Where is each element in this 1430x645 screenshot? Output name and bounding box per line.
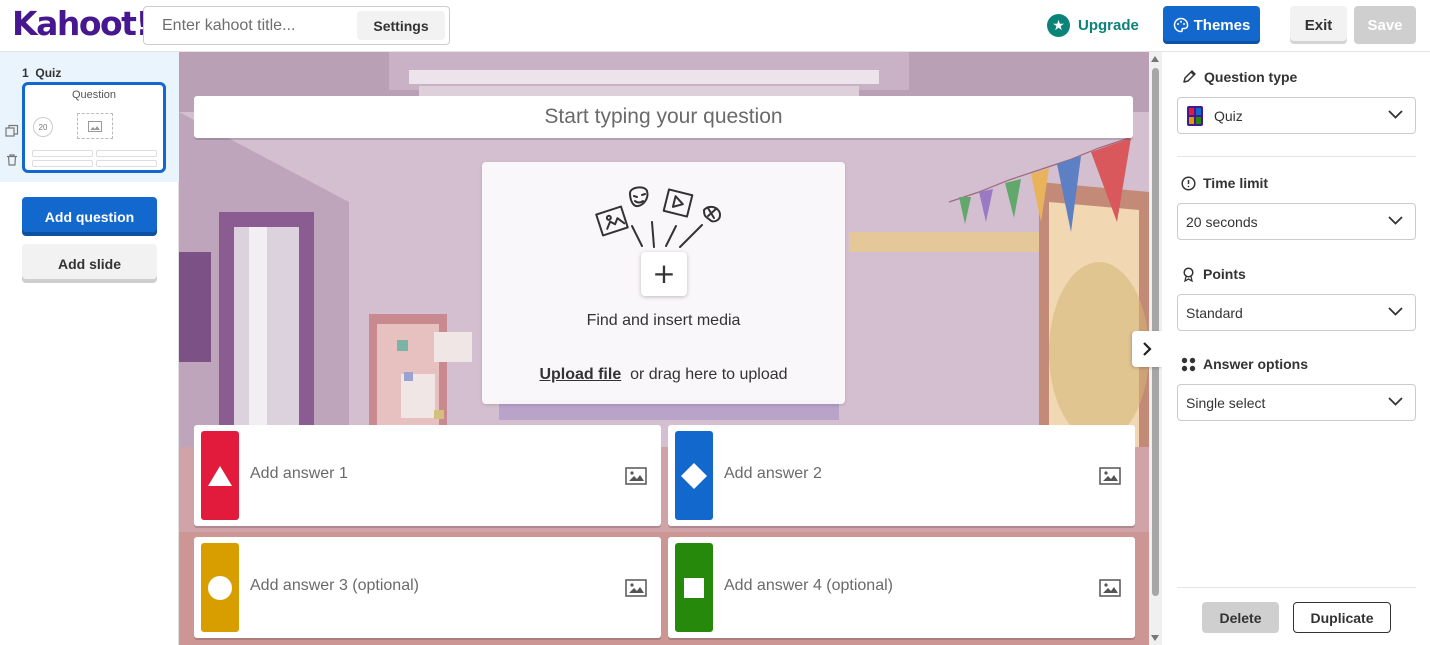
answer-color-bar [675, 431, 713, 520]
thumb-answer [96, 150, 157, 157]
upgrade-label: Upgrade [1078, 16, 1139, 34]
scroll-up-arrow[interactable] [1151, 56, 1159, 62]
slide-label: 1 Quiz [22, 66, 61, 80]
add-question-button[interactable]: Add question [22, 197, 157, 236]
question-type-value: Quiz [1214, 107, 1243, 124]
chevron-right-icon [1143, 342, 1152, 356]
thumb-answer [32, 150, 93, 157]
kahoot-title-box: Settings [143, 6, 450, 45]
expand-panel-button[interactable] [1132, 331, 1162, 367]
quiz-icon [1187, 105, 1203, 126]
thumb-answer [32, 160, 93, 167]
panel-divider [1177, 587, 1416, 588]
slide-number: 1 [22, 66, 29, 80]
answer-card-3[interactable]: Add answer 3 (optional) [194, 537, 661, 638]
points-label-text: Points [1203, 266, 1246, 282]
chevron-down-icon [1388, 307, 1403, 316]
question-type-label-text: Question type [1204, 69, 1298, 85]
media-illustration-icon [595, 186, 721, 248]
exit-button[interactable]: Exit [1290, 6, 1347, 44]
upgrade-link[interactable]: ★ Upgrade [1047, 13, 1139, 37]
delete-button[interactable]: Delete [1202, 602, 1279, 633]
insert-media-button[interactable]: + [641, 252, 687, 296]
question-input[interactable] [194, 96, 1133, 138]
chevron-down-icon [1388, 110, 1403, 119]
diamond-icon [681, 462, 707, 489]
question-type-select[interactable]: Quiz [1177, 97, 1416, 134]
points-value: Standard [1186, 304, 1243, 321]
question-type-icon [1183, 70, 1196, 83]
question-canvas: + Find and insert media Upload file or d… [179, 52, 1149, 645]
answer-color-bar [201, 543, 239, 632]
answer-3-input[interactable]: Add answer 3 (optional) [250, 577, 419, 595]
kahoot-title-input[interactable] [152, 8, 352, 43]
time-limit-label: Time limit [1181, 175, 1268, 191]
answer-card-1[interactable]: Add answer 1 [194, 425, 661, 526]
clock-icon [1181, 175, 1196, 191]
answer-2-input[interactable]: Add answer 2 [724, 465, 822, 483]
delete-slide-icon[interactable] [5, 153, 19, 167]
answer-color-bar [201, 431, 239, 520]
answer-options-icon [1181, 357, 1196, 371]
kahoot-logo[interactable]: Kahoot! [12, 4, 151, 43]
circle-icon [208, 575, 232, 600]
settings-button[interactable]: Settings [357, 11, 445, 40]
image-icon[interactable] [1099, 467, 1121, 485]
themes-button[interactable]: Themes [1163, 6, 1260, 44]
time-limit-value: 20 seconds [1186, 213, 1258, 230]
scroll-down-arrow[interactable] [1151, 635, 1159, 641]
question-settings-panel: Question type Quiz Time limit 20 seconds… [1162, 52, 1430, 645]
points-label: Points [1181, 266, 1246, 282]
duplicate-slide-icon[interactable] [5, 124, 19, 138]
points-select[interactable]: Standard [1177, 294, 1416, 331]
image-icon[interactable] [625, 467, 647, 485]
media-title: Find and insert media [586, 312, 741, 329]
thumb-media-placeholder [77, 113, 113, 139]
thumb-timer: 20 [33, 117, 53, 137]
answer-options-select[interactable]: Single select [1177, 384, 1416, 421]
top-bar: Kahoot! Settings ★ Upgrade Themes Exit S… [0, 0, 1430, 52]
palette-icon [1173, 17, 1188, 33]
medal-icon [1183, 266, 1194, 282]
answer-options-value: Single select [1186, 394, 1266, 411]
slide-type: Quiz [35, 66, 62, 80]
duplicate-button[interactable]: Duplicate [1293, 602, 1391, 633]
save-button[interactable]: Save [1354, 6, 1416, 44]
slide-thumbnail[interactable]: Question 20 [22, 82, 166, 173]
time-limit-label-text: Time limit [1203, 175, 1269, 191]
answer-4-input[interactable]: Add answer 4 (optional) [724, 577, 893, 595]
answer-card-2[interactable]: Add answer 2 [668, 425, 1135, 526]
answer-1-input[interactable]: Add answer 1 [250, 465, 348, 483]
square-icon [684, 577, 704, 598]
triangle-icon [208, 465, 232, 486]
chevron-down-icon [1388, 397, 1403, 406]
answer-color-bar [675, 543, 713, 632]
thumb-answer [96, 160, 157, 167]
answer-options-label-text: Answer options [1203, 356, 1309, 372]
chevron-down-icon [1388, 216, 1403, 225]
upload-suffix: or drag here to upload [630, 366, 788, 383]
themes-label: Themes [1193, 16, 1251, 34]
time-limit-select[interactable]: 20 seconds [1177, 203, 1416, 240]
slides-sidebar: 1 Quiz Question 20 Add question Add slid… [0, 52, 179, 645]
panel-divider [1177, 156, 1416, 157]
media-dropzone[interactable]: + Find and insert media Upload file or d… [482, 162, 845, 404]
thumb-question-title: Question [71, 89, 117, 101]
image-icon [88, 120, 102, 132]
star-icon: ★ [1047, 13, 1070, 37]
answer-options-label: Answer options [1181, 356, 1308, 372]
slide-list-item[interactable]: 1 Quiz Question 20 [0, 52, 179, 182]
answer-card-4[interactable]: Add answer 4 (optional) [668, 537, 1135, 638]
add-slide-button[interactable]: Add slide [22, 244, 157, 283]
upload-file-link[interactable]: Upload file [539, 366, 621, 383]
image-icon[interactable] [1099, 579, 1121, 597]
upload-hint: Upload file or drag here to upload [482, 366, 845, 384]
image-icon[interactable] [625, 579, 647, 597]
question-type-label: Question type [1181, 69, 1297, 85]
